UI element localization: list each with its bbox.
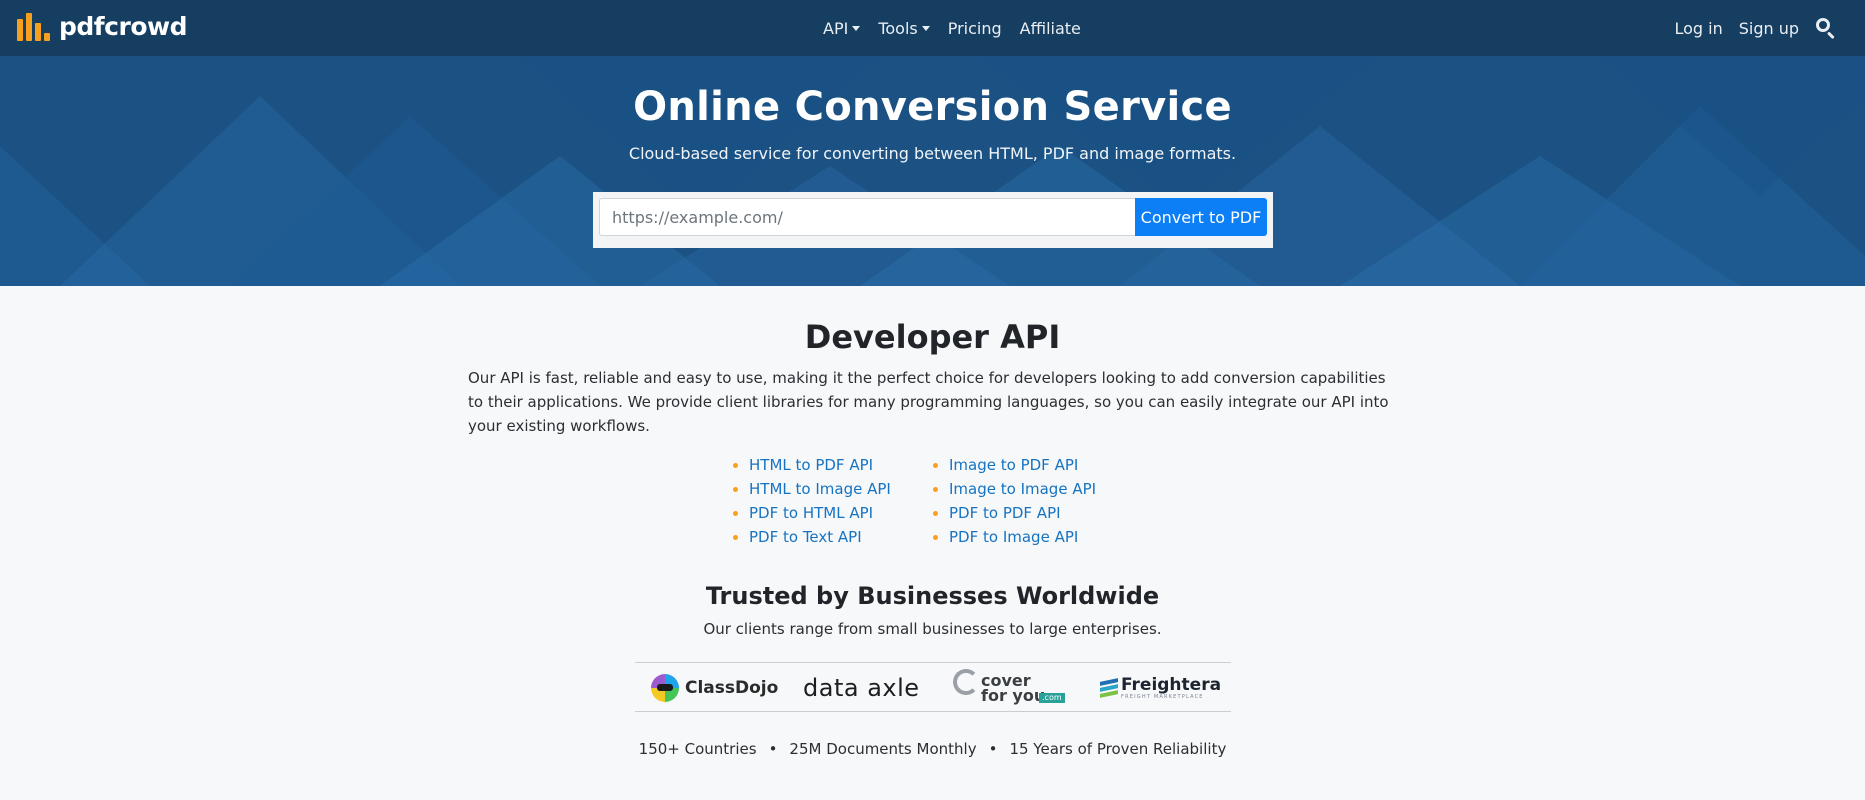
stat-countries: 150+ Countries xyxy=(638,740,757,758)
developer-api-heading: Developer API xyxy=(804,318,1061,356)
convert-form: Convert to PDF xyxy=(593,192,1273,248)
bullet-icon xyxy=(933,463,938,468)
hero-subtitle: Cloud-based service for converting betwe… xyxy=(628,144,1237,163)
list-item: Image to PDF API xyxy=(933,453,1096,477)
bullet-icon xyxy=(933,487,938,492)
search-icon[interactable] xyxy=(1815,17,1837,40)
html-to-image-api-link[interactable]: HTML to Image API xyxy=(749,480,891,498)
nav-api-label: API xyxy=(823,18,849,38)
freightera-tagline: FREIGHT MARKETPLACE xyxy=(1121,694,1204,700)
brand-name: pdfcrowd xyxy=(59,12,187,41)
dataaxle-logo: data axle xyxy=(803,663,920,713)
stat-separator: • xyxy=(988,740,998,758)
classdojo-logo: ClassDojo xyxy=(651,663,778,713)
signup-link[interactable]: Sign up xyxy=(1739,19,1799,38)
nav-affiliate-link[interactable]: Affiliate xyxy=(1020,19,1081,38)
caret-down-icon xyxy=(921,25,930,31)
pdf-to-html-api-link[interactable]: PDF to HTML API xyxy=(749,504,873,522)
image-to-pdf-api-link[interactable]: Image to PDF API xyxy=(949,456,1078,474)
hero-banner: Online Conversion Service Cloud-based se… xyxy=(0,56,1865,286)
hero-title: Online Conversion Service xyxy=(633,84,1232,130)
flag-icon xyxy=(1100,678,1118,698)
list-item: PDF to PDF API xyxy=(933,501,1096,525)
pdf-to-pdf-api-link[interactable]: PDF to PDF API xyxy=(949,504,1061,522)
freightera-logo: Freightera FREIGHT MARKETPLACE xyxy=(1100,663,1221,713)
api-list-left: HTML to PDF API HTML to Image API PDF to… xyxy=(733,453,891,549)
main-nav: API Tools Pricing Affiliate xyxy=(823,0,1081,56)
url-input[interactable] xyxy=(599,198,1135,236)
list-item: PDF to Image API xyxy=(933,525,1096,549)
stat-documents: 25M Documents Monthly xyxy=(789,740,977,758)
brand-logo[interactable]: pdfcrowd xyxy=(17,13,187,41)
login-link[interactable]: Log in xyxy=(1674,19,1722,38)
trusted-heading: Trusted by Businesses Worldwide xyxy=(705,582,1160,610)
convert-to-pdf-button[interactable]: Convert to PDF xyxy=(1135,198,1267,236)
bullet-icon xyxy=(733,487,738,492)
nav-pricing-link[interactable]: Pricing xyxy=(948,19,1002,38)
coverforyou-line2: for you xyxy=(981,686,1046,705)
dataaxle-logo-text: data axle xyxy=(803,674,920,702)
bullet-icon xyxy=(933,535,938,540)
pdf-to-text-api-link[interactable]: PDF to Text API xyxy=(749,528,862,546)
bullet-icon xyxy=(733,535,738,540)
client-logos: ClassDojo data axle cover for you .com F… xyxy=(635,662,1231,712)
list-item: Image to Image API xyxy=(933,477,1096,501)
nav-tools-label: Tools xyxy=(878,18,918,38)
developer-api-description: Our API is fast, reliable and easy to us… xyxy=(468,369,1389,435)
api-list-right: Image to PDF API Image to Image API PDF … xyxy=(933,453,1096,549)
top-navbar: pdfcrowd API Tools Pricing Affiliate Log… xyxy=(0,0,1865,56)
classdojo-logo-text: ClassDojo xyxy=(685,678,779,698)
list-item: PDF to HTML API xyxy=(733,501,891,525)
bullet-icon xyxy=(733,463,738,468)
stats-line: 150+ Countries • 25M Documents Monthly • 15 … xyxy=(0,740,1865,758)
list-item: HTML to Image API xyxy=(733,477,891,501)
bullet-icon xyxy=(733,511,738,516)
coverforyou-suffix: .com xyxy=(1039,693,1065,703)
pdf-to-image-api-link[interactable]: PDF to Image API xyxy=(949,528,1078,546)
classdojo-mascot-icon xyxy=(651,674,679,702)
image-to-image-api-link[interactable]: Image to Image API xyxy=(949,480,1096,498)
stat-years: 15 Years of Proven Reliability xyxy=(1009,740,1227,758)
nav-tools-dropdown[interactable]: Tools xyxy=(878,18,930,38)
list-item: HTML to PDF API xyxy=(733,453,891,477)
bar-chart-icon xyxy=(17,13,50,41)
nav-api-dropdown[interactable]: API xyxy=(823,18,861,38)
coverforyou-logo: cover for you .com xyxy=(953,663,1065,713)
bullet-icon xyxy=(933,511,938,516)
caret-down-icon xyxy=(852,25,861,31)
stat-separator: • xyxy=(768,740,778,758)
freightera-logo-text: Freightera xyxy=(1121,675,1222,695)
list-item: PDF to Text API xyxy=(733,525,891,549)
account-nav: Log in Sign up xyxy=(1674,0,1837,56)
trusted-subtitle: Our clients range from small businesses … xyxy=(703,620,1162,638)
html-to-pdf-api-link[interactable]: HTML to PDF API xyxy=(749,456,873,474)
swirl-icon xyxy=(953,669,979,695)
